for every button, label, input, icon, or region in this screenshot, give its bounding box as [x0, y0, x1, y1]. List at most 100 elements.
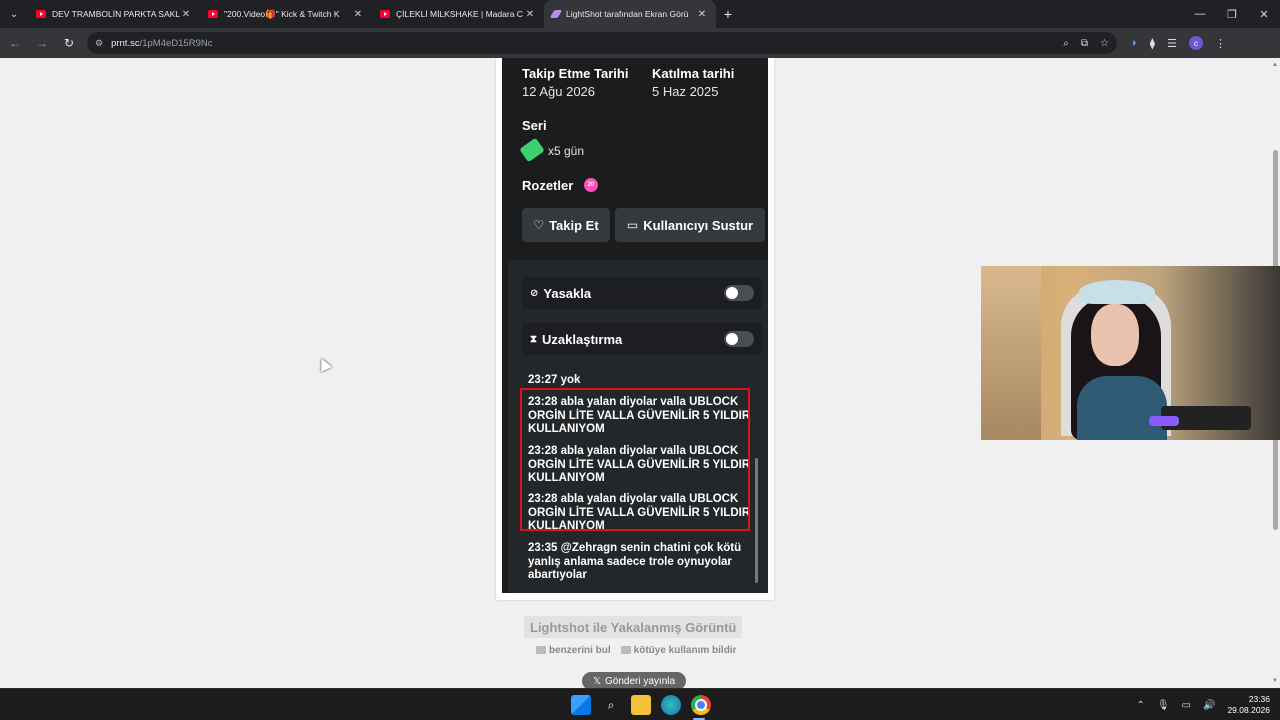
webcam-overlay [981, 266, 1280, 440]
captured-screenshot: Takip Etme Tarihi 12 Ağu 2026 Katılma ta… [502, 58, 768, 593]
streak-label: Seri [522, 118, 547, 133]
chat-message: 23:35 @Zehragn senin chatini çok kötü ya… [528, 542, 742, 581]
file-explorer-icon[interactable] [631, 695, 651, 715]
forward-arrow-icon[interactable]: → [30, 31, 54, 55]
youtube-icon [36, 10, 46, 18]
zoom-icon[interactable]: ⌕ [1063, 38, 1069, 49]
toolbar-right: ◗ ⧫ ☰ c ⋮ [1131, 36, 1226, 50]
edge-browser-icon[interactable] [661, 695, 681, 715]
report-abuse-link[interactable]: kötüye kullanım bildir [620, 645, 736, 656]
timeout-row: ⧗ Uzaklaştırma [522, 323, 762, 355]
youtube-icon [380, 10, 390, 18]
badge-icon: 20 [584, 178, 598, 192]
scroll-down-icon[interactable]: ▼ [1272, 678, 1278, 684]
streak-ticket-icon [519, 137, 545, 163]
system-tray: ⌃ 🎙 ▭ 🔊 23:36 29.08.2026 [1136, 689, 1270, 720]
microphone-icon[interactable]: 🎙 [1157, 700, 1170, 711]
bookmark-star-icon[interactable]: ☆ [1100, 38, 1109, 49]
timeout-toggle[interactable] [724, 331, 754, 347]
scroll-up-icon[interactable]: ▲ [1272, 62, 1278, 68]
tab-search-chevron-icon[interactable]: ⌄ [0, 0, 28, 28]
extensions-puzzle-icon[interactable]: ⧫ [1150, 37, 1155, 50]
follow-date-label: Takip Etme Tarihi [522, 66, 629, 81]
heart-icon: ♡ [533, 218, 545, 232]
webcam-headband [1079, 280, 1155, 304]
join-date-value: 5 Haz 2025 [652, 84, 719, 99]
tab-strip: ⌄ DEV TRAMBOLİN PARKTA SAKL ✕ "200.Video… [0, 0, 1280, 28]
x-logo-icon: 𝕏 [592, 675, 601, 687]
omnibox-actions: ⌕ ⧉ ☆ [1063, 38, 1109, 49]
post-on-x-button[interactable]: 𝕏 Gönderi yayınla [582, 672, 686, 688]
webcam-mic-light [1149, 416, 1179, 426]
report-icon [620, 646, 631, 655]
hourglass-icon: ⧗ [530, 333, 538, 345]
browser-toolbar: ← → ↻ ⚙ prnt.sc/1pM4eD15R9Nc ⌕ ⧉ ☆ ◗ ⧫ ☰… [0, 28, 1280, 58]
close-tab-icon[interactable]: ✕ [696, 9, 708, 20]
mute-user-button[interactable]: ▭ Kullanıcıyı Sustur [615, 208, 765, 242]
follow-date-value: 12 Ağu 2026 [522, 84, 596, 99]
search-icon[interactable]: ⌕ [601, 695, 621, 715]
chrome-browser-icon[interactable] [691, 695, 711, 715]
ban-toggle[interactable] [724, 285, 754, 301]
close-tab-icon[interactable]: ✕ [180, 9, 192, 20]
window-controls: — ❐ ✕ [1184, 0, 1280, 28]
tab-3-active[interactable]: LightShot tarafından Ekran Görü ✕ [544, 0, 716, 28]
chat-scrollbar[interactable] [755, 458, 758, 583]
screenshot-frame: Takip Etme Tarihi 12 Ağu 2026 Katılma ta… [496, 58, 774, 600]
screenshot-links: benzerini bul kötüye kullanım bildir [536, 645, 736, 656]
volume-icon[interactable]: 🔊 [1203, 700, 1215, 711]
back-arrow-icon[interactable]: ← [3, 31, 27, 55]
restore-icon[interactable]: ❐ [1216, 0, 1248, 28]
taskbar-clock[interactable]: 23:36 29.08.2026 [1227, 694, 1270, 716]
follow-button-label: Takip Et [549, 217, 599, 233]
close-tab-icon[interactable]: ✕ [352, 9, 364, 20]
clock-date: 29.08.2026 [1227, 705, 1270, 715]
profile-avatar[interactable]: c [1188, 36, 1203, 50]
tray-chevron-icon[interactable]: ⌃ [1136, 700, 1144, 711]
site-info-icon[interactable]: ⚙ [95, 38, 103, 49]
webcam-person-face [1091, 304, 1139, 366]
menu-kebab-icon[interactable]: ⋮ [1215, 37, 1226, 50]
mute-button-label: Kullanıcıyı Sustur [643, 217, 754, 233]
tab-0[interactable]: DEV TRAMBOLİN PARKTA SAKL ✕ [28, 0, 200, 28]
timeout-label: Uzaklaştırma [542, 331, 623, 347]
windows-start-icon[interactable] [571, 695, 591, 715]
install-app-icon[interactable]: ⧉ [1081, 38, 1088, 49]
reading-list-icon[interactable]: ☰ [1167, 37, 1177, 50]
youtube-icon [208, 10, 218, 18]
streak-value: x5 gün [548, 144, 585, 158]
tab-title: "200.Video🎁" Kick & Twitch K [224, 8, 340, 19]
windows-taskbar: ⌕ ⌃ 🎙 ▭ 🔊 23:36 29.08.2026 [0, 688, 1280, 720]
close-tab-icon[interactable]: ✕ [524, 9, 536, 20]
clock-time: 23:36 [1248, 694, 1270, 704]
tab-title: ÇİLEKLİ MİLKSHAKE | Madara C [396, 9, 523, 19]
badges-label: Rozetler [522, 178, 574, 193]
taskbar-apps: ⌕ [571, 695, 711, 715]
mouse-cursor-icon [316, 356, 332, 372]
url-path: /1pM4eD15R9Nc [139, 37, 213, 49]
lightshot-feather-icon [549, 10, 563, 18]
ban-label: Yasakla [543, 285, 592, 301]
camera-icon [536, 646, 546, 655]
post-button-label: Gönderi yayınla [605, 675, 676, 687]
tab-2[interactable]: ÇİLEKLİ MİLKSHAKE | Madara C ✕ [372, 0, 544, 28]
network-icon[interactable]: ▭ [1182, 700, 1191, 711]
tab-1[interactable]: "200.Video🎁" Kick & Twitch K ✕ [200, 0, 372, 28]
address-bar[interactable]: ⚙ prnt.sc/1pM4eD15R9Nc ⌕ ⧉ ☆ [87, 32, 1117, 54]
mute-chat-icon: ▭ [626, 218, 639, 232]
red-highlight-box [520, 388, 750, 531]
url-host: prnt.sc [111, 37, 140, 49]
follow-button[interactable]: ♡ Takip Et [522, 208, 610, 242]
tab-title: DEV TRAMBOLİN PARKTA SAKL [52, 9, 180, 19]
close-window-icon[interactable]: ✕ [1248, 0, 1280, 28]
chat-message: 23:27 yok [528, 374, 581, 386]
extension-icon[interactable]: ◗ [1131, 37, 1138, 49]
new-tab-button[interactable]: + [716, 6, 740, 22]
lightshot-caption: Lightshot ile Yakalanmış Görüntü [524, 616, 743, 638]
ban-row: ⊘ Yasakla [522, 277, 762, 309]
find-similar-link[interactable]: benzerini bul [536, 645, 611, 656]
reload-icon[interactable]: ↻ [57, 31, 81, 55]
ban-icon: ⊘ [530, 287, 539, 299]
minimize-icon[interactable]: — [1184, 0, 1216, 28]
webcam-background [981, 266, 1041, 440]
